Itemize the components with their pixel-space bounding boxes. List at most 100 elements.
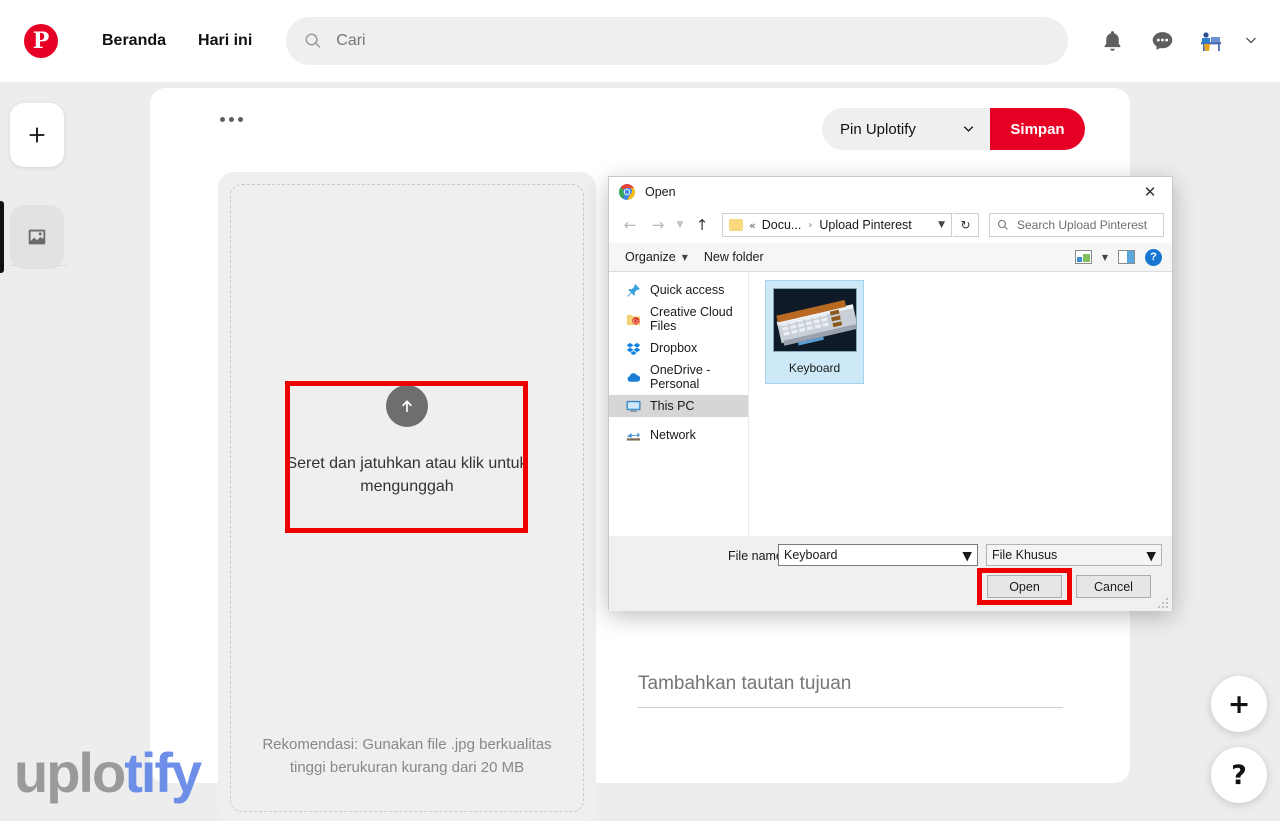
add-fab[interactable]: +	[1211, 676, 1267, 732]
rail-create-button[interactable]	[10, 103, 64, 167]
pinterest-logo-icon[interactable]: P	[24, 24, 58, 58]
nav-link-hari-ini[interactable]: Hari ini	[182, 22, 268, 60]
creative-cloud-icon: Cc	[625, 311, 641, 327]
plus-icon	[29, 127, 45, 143]
keyboard-photo	[772, 288, 857, 352]
sidebar-item-dropbox[interactable]: Dropbox	[609, 337, 748, 359]
close-icon[interactable]: ✕	[1128, 177, 1172, 207]
toolbar-right-group: ▼ ?	[1071, 248, 1164, 266]
watermark-part-one: uplo	[14, 741, 126, 804]
open-file-dialog: Open ✕ ← → ▼ ↑ « Docu... › Upload Pinter…	[608, 176, 1173, 611]
dialog-places-sidebar: Quick access Cc Creative Cloud Files Dro…	[609, 272, 749, 536]
file-name-value: Keyboard	[784, 548, 838, 562]
header-icon-group	[1090, 19, 1266, 63]
history-chevron-down-icon[interactable]: ▼	[673, 212, 687, 238]
dialog-search-placeholder: Search Upload Pinterest	[1017, 218, 1148, 232]
dropbox-icon	[625, 340, 641, 356]
breadcrumb-chevron-down-icon[interactable]: ▼	[930, 220, 945, 230]
view-chevron-down-icon[interactable]: ▼	[1102, 253, 1108, 262]
sidebar-item-label: Creative Cloud Files	[650, 305, 733, 333]
dialog-body: Quick access Cc Creative Cloud Files Dro…	[609, 272, 1172, 536]
folder-icon	[729, 219, 743, 231]
destination-link-underline	[638, 707, 1063, 708]
view-layout-icon[interactable]	[1071, 248, 1096, 266]
arrow-left-icon[interactable]: ←	[617, 212, 643, 238]
account-chevron-down-icon[interactable]	[1236, 19, 1266, 63]
breadcrumb[interactable]: « Docu... › Upload Pinterest ▼	[722, 213, 952, 237]
upload-drop-text: Seret dan jatuhkan atau klik untuk mengu…	[286, 455, 528, 496]
sidebar-item-network[interactable]: Network	[609, 424, 748, 446]
board-select[interactable]: Pin Uplotify	[822, 108, 990, 150]
dialog-footer: File name: Keyboard ▼ File Khusus ▼ Open…	[609, 536, 1172, 611]
resize-grip-icon[interactable]	[1158, 598, 1169, 609]
chevron-down-icon: ▼	[1146, 547, 1156, 563]
breadcrumb-current[interactable]: Upload Pinterest	[819, 218, 911, 232]
preview-pane-icon[interactable]	[1114, 248, 1139, 266]
pin-star-icon	[625, 282, 641, 298]
upload-click-target[interactable]: Seret dan jatuhkan atau klik untuk mengu…	[218, 385, 596, 498]
file-item-label: Keyboard	[788, 361, 841, 375]
dialog-file-list[interactable]: Keyboard	[749, 272, 1172, 536]
svg-text:Cc: Cc	[632, 319, 639, 325]
pinterest-header: P Beranda Hari ini Cari	[0, 0, 1280, 82]
file-name-input[interactable]: Keyboard ▼	[778, 544, 978, 566]
sidebar-item-label: Dropbox	[650, 341, 698, 355]
upload-arrow-icon	[386, 385, 428, 427]
refresh-icon[interactable]: ↻	[953, 213, 979, 237]
arrow-right-icon[interactable]: →	[645, 212, 671, 238]
breadcrumb-parent[interactable]: Docu...	[762, 218, 802, 232]
rail-active-indicator	[0, 201, 4, 273]
new-folder-button[interactable]: New folder	[696, 247, 772, 267]
nav-link-beranda[interactable]: Beranda	[86, 22, 182, 60]
arrow-up-icon[interactable]: ↑	[689, 212, 715, 238]
dialog-toolbar: Organize ▼ New folder ▼ ?	[609, 243, 1172, 272]
sidebar-item-this-pc[interactable]: This PC	[609, 395, 748, 417]
sidebar-item-label: This PC	[650, 399, 695, 413]
chrome-icon	[619, 184, 635, 200]
help-icon[interactable]: ?	[1145, 248, 1162, 266]
image-icon	[28, 229, 46, 245]
user-avatar[interactable]	[1190, 21, 1230, 61]
new-folder-label: New folder	[703, 250, 764, 264]
onedrive-cloud-icon	[625, 369, 641, 385]
search-icon	[305, 33, 321, 49]
messages-chat-icon[interactable]	[1140, 19, 1184, 63]
chevron-down-icon	[963, 125, 974, 132]
more-options-icon[interactable]	[220, 117, 243, 122]
help-fab[interactable]: ?	[1211, 747, 1267, 803]
notifications-bell-icon[interactable]	[1090, 19, 1134, 63]
upload-dropzone[interactable]: Seret dan jatuhkan atau klik untuk mengu…	[218, 172, 596, 821]
save-button[interactable]: Simpan	[990, 108, 1085, 150]
sidebar-item-label: OneDrive - Personal	[650, 363, 711, 391]
rail-item-library[interactable]	[10, 205, 64, 269]
screen-root: P Beranda Hari ini Cari Pin Uplotify Sim…	[0, 0, 1280, 821]
open-button[interactable]: Open	[987, 575, 1062, 598]
left-rail	[0, 82, 150, 821]
dialog-navigation-bar: ← → ▼ ↑ « Docu... › Upload Pinterest ▼ ↻…	[609, 207, 1172, 243]
sidebar-item-onedrive-personal[interactable]: OneDrive - Personal	[609, 363, 748, 391]
file-item-keyboard[interactable]: Keyboard	[765, 280, 864, 384]
sidebar-item-creative-cloud-files[interactable]: Cc Creative Cloud Files	[609, 305, 748, 333]
dialog-search-input[interactable]: Search Upload Pinterest	[989, 213, 1164, 237]
cancel-button[interactable]: Cancel	[1076, 575, 1151, 598]
dialog-title: Open	[645, 185, 676, 199]
destination-link-placeholder: Tambahkan tautan tujuan	[638, 673, 852, 694]
breadcrumb-overflow[interactable]: «	[749, 219, 756, 232]
uplotify-watermark: uplotify	[14, 740, 202, 805]
upload-recommendation-text: Rekomendasi: Gunakan file .jpg berkualit…	[262, 736, 552, 776]
sidebar-item-quick-access[interactable]: Quick access	[609, 279, 748, 301]
organize-label: Organize	[625, 250, 676, 264]
sidebar-item-label: Network	[650, 428, 696, 442]
search-placeholder: Cari	[336, 32, 366, 49]
watermark-part-two: tify	[124, 741, 202, 804]
sidebar-item-label: Quick access	[650, 283, 725, 297]
this-pc-icon	[625, 398, 641, 414]
board-select-label: Pin Uplotify	[840, 120, 916, 138]
file-type-select[interactable]: File Khusus ▼	[986, 544, 1162, 566]
file-type-value: File Khusus	[992, 548, 1058, 562]
chevron-down-icon[interactable]: ▼	[962, 548, 972, 563]
dialog-title-bar: Open ✕	[609, 177, 1172, 207]
search-input[interactable]: Cari	[286, 17, 1068, 65]
organize-button[interactable]: Organize ▼	[617, 247, 696, 267]
destination-link-input[interactable]: Tambahkan tautan tujuan	[638, 673, 1063, 708]
